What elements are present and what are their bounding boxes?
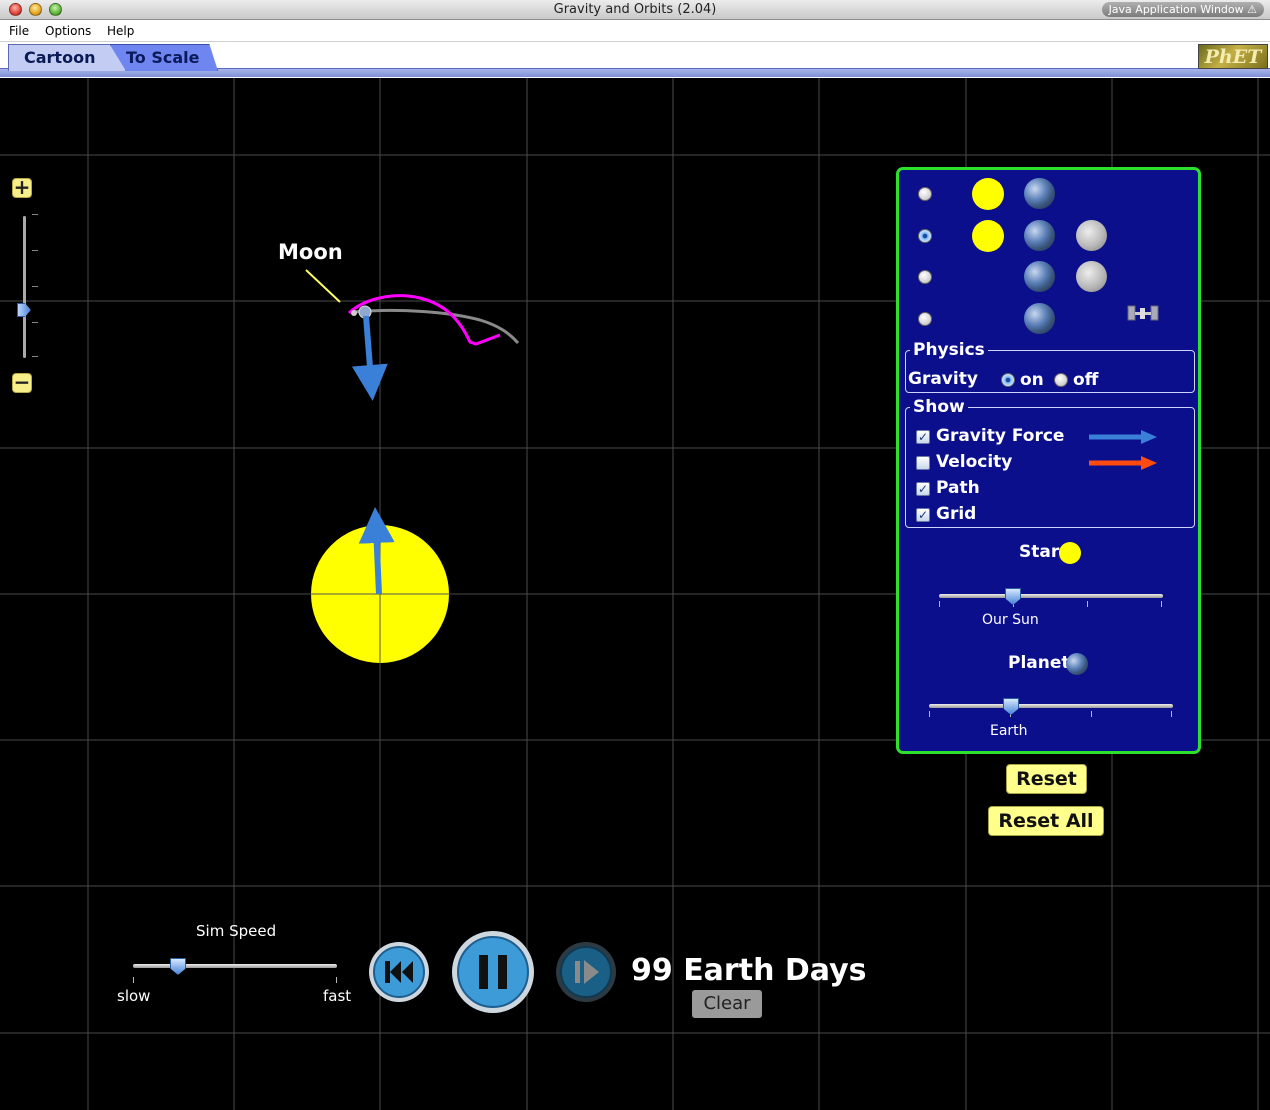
show-title: Show	[910, 397, 968, 417]
planet-icon	[1066, 653, 1088, 675]
rewind-button[interactable]	[368, 941, 430, 1003]
planet-mass-slider-thumb[interactable]	[1003, 698, 1019, 715]
step-forward-button[interactable]	[555, 941, 617, 1003]
slider-tick	[336, 977, 337, 983]
path-label[interactable]: Path	[936, 478, 980, 498]
minus-icon: −	[13, 370, 31, 394]
slider-tick	[1087, 601, 1088, 607]
sun-icon	[972, 178, 1004, 210]
zoom-out-button[interactable]: −	[12, 370, 32, 394]
app-window: Gravity and Orbits (2.04) Java Applicati…	[0, 0, 1270, 1110]
sim-speed-slider-track[interactable]	[133, 964, 337, 968]
moon-body[interactable]	[351, 310, 357, 316]
zoom-tick	[32, 214, 38, 215]
slow-label: slow	[117, 987, 151, 1005]
earth-icon	[1024, 261, 1055, 292]
star-mass-slider-track[interactable]	[939, 594, 1163, 598]
gravity-off-radio[interactable]	[1054, 373, 1068, 387]
gravity-force-checkbox[interactable]: ✓	[916, 430, 930, 444]
sim-speed-label: Sim Speed	[196, 922, 277, 940]
preset-radio-sun-earth[interactable]	[918, 187, 932, 201]
planet-value-label: Earth	[990, 723, 1028, 739]
zoom-tick	[32, 356, 38, 357]
planet-mass-slider-track[interactable]	[929, 704, 1173, 708]
pause-button[interactable]	[451, 930, 535, 1014]
moon-label: Moon	[278, 240, 343, 264]
reset-button[interactable]: Reset	[1006, 764, 1087, 794]
star-label: Star	[1019, 542, 1060, 562]
velocity-checkbox[interactable]	[916, 456, 930, 470]
physics-group: Physics Gravity on off	[905, 340, 1195, 393]
gravity-force-legend-arrow	[1089, 430, 1157, 444]
moon-label-pointer	[305, 269, 341, 303]
slider-tick	[133, 977, 134, 983]
zoom-tick	[32, 250, 38, 251]
sun-gravity-arrow	[358, 507, 395, 595]
star-icon	[1059, 542, 1081, 564]
control-panel: Physics Gravity on off Show ✓ Gravity Fo…	[896, 167, 1201, 754]
star-mass-slider-thumb[interactable]	[1005, 588, 1021, 605]
preset-radio-earth-moon[interactable]	[918, 270, 932, 284]
earth-icon	[1024, 178, 1055, 209]
gravity-on-radio[interactable]	[1001, 373, 1015, 387]
moon-icon	[1076, 220, 1107, 251]
zoom-in-button[interactable]: +	[12, 175, 32, 199]
zoom-slider-track[interactable]	[23, 216, 26, 358]
show-group: Show ✓ Gravity Force Velocity ✓ Path ✓ G…	[905, 397, 1195, 528]
sun-icon	[972, 220, 1004, 252]
slider-tick	[929, 711, 930, 717]
grid-checkbox[interactable]: ✓	[916, 508, 930, 522]
elapsed-time: 99 Earth Days	[631, 953, 867, 988]
velocity-legend-arrow	[1089, 456, 1157, 470]
slider-tick	[1161, 601, 1162, 607]
zoom-tick	[32, 286, 38, 287]
slider-tick	[1091, 711, 1092, 717]
plus-icon: +	[13, 175, 31, 199]
space-station-icon	[1127, 305, 1159, 321]
slider-tick	[939, 601, 940, 607]
physics-title: Physics	[910, 340, 988, 360]
earth-icon	[1024, 303, 1055, 334]
earth-gravity-arrow	[351, 315, 388, 401]
preset-radio-sun-earth-moon[interactable]	[918, 229, 932, 243]
clear-button[interactable]: Clear	[692, 990, 762, 1018]
reset-all-button[interactable]: Reset All	[988, 806, 1104, 836]
moon-icon	[1076, 261, 1107, 292]
grid-label[interactable]: Grid	[936, 504, 976, 524]
path-checkbox[interactable]: ✓	[916, 482, 930, 496]
zoom-tick	[32, 322, 38, 323]
gravity-on-label[interactable]: on	[1020, 370, 1044, 390]
preset-radio-earth-satellite[interactable]	[918, 312, 932, 326]
star-value-label: Our Sun	[982, 612, 1039, 628]
velocity-label[interactable]: Velocity	[936, 452, 1012, 472]
gravity-off-label[interactable]: off	[1073, 370, 1098, 390]
gravity-force-label[interactable]: Gravity Force	[936, 426, 1064, 446]
gravity-label: Gravity	[908, 369, 978, 389]
planet-label: Planet	[1008, 653, 1070, 673]
earth-icon	[1024, 220, 1055, 251]
fast-label: fast	[323, 987, 352, 1005]
slider-tick	[1171, 711, 1172, 717]
